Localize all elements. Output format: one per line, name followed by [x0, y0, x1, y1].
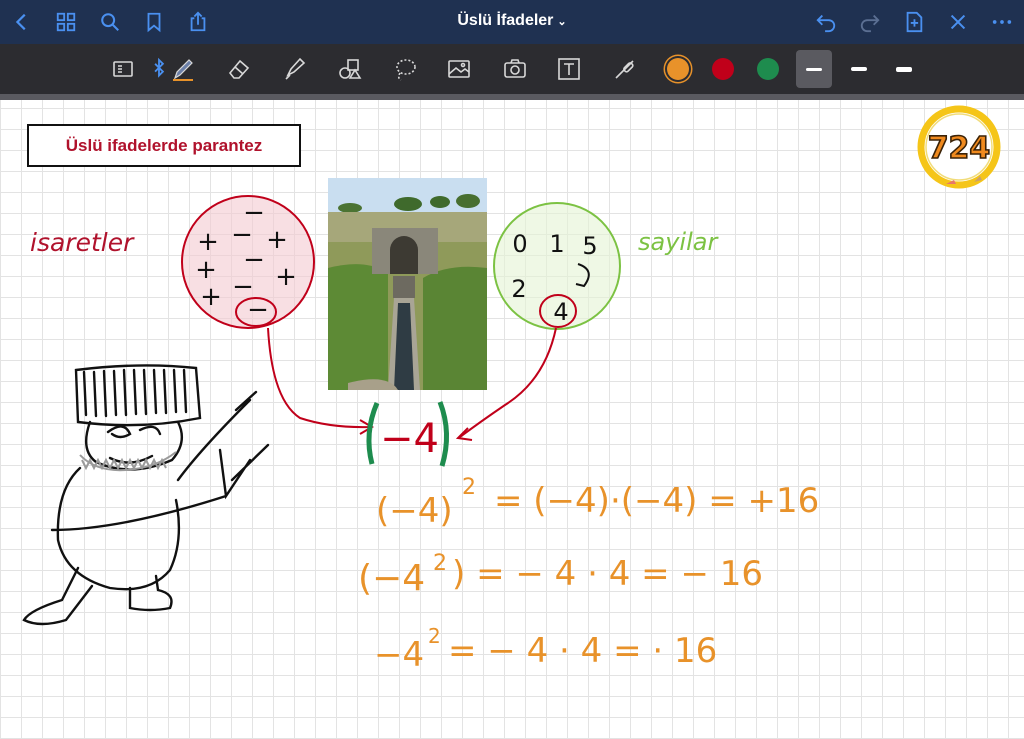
equation-exponent: 2 — [462, 475, 476, 500]
equation-result: ) = − 4 · 4 = − 16 — [452, 554, 763, 594]
equation-base: −4 — [374, 635, 424, 675]
sign-symbol: − — [243, 245, 265, 275]
sign-symbol: + — [275, 262, 297, 292]
equation-exponent: 2 — [428, 624, 441, 648]
note-page-canvas[interactable]: Üslü ifadelerde parantez 724 isaretler s… — [0, 100, 1024, 739]
equation-base: (−4) — [376, 491, 453, 531]
equation-exponent: 2 — [433, 551, 447, 576]
text-tool-icon[interactable] — [554, 54, 584, 84]
center-expression: −4 — [366, 401, 450, 467]
drawing-toolbar — [0, 44, 1024, 94]
sign-symbol: + — [266, 225, 288, 255]
undo-icon[interactable] — [812, 8, 840, 36]
equation-line: (−4 2 ) = − 4 · 4 = − 16 — [358, 551, 763, 599]
camera-tool-icon[interactable] — [500, 54, 530, 84]
add-page-icon[interactable] — [900, 8, 928, 36]
color-swatch-green[interactable] — [757, 58, 779, 80]
signs-circle: − + − + + − + + − − — [181, 195, 374, 435]
sign-symbol: + — [200, 282, 222, 312]
label-numbers: sayilar — [638, 228, 719, 256]
number-digit: 2 — [511, 275, 526, 303]
handwriting-ink-layer: isaretler sayilar − + − + + − + + − − 0 … — [22, 195, 819, 675]
stick-figure-drawing — [22, 364, 270, 626]
color-swatch-red[interactable] — [712, 58, 734, 80]
equation-line: (−4) 2 = (−4)·(−4) = +16 — [376, 475, 819, 531]
equation-base: (−4 — [358, 558, 425, 599]
equation-result: = (−4)·(−4) = +16 — [494, 481, 819, 521]
equation-result: = − 4 · 4 = · 16 — [448, 631, 717, 671]
laser-pointer-icon[interactable] — [610, 54, 640, 84]
top-navigation-bar: Üslü İfadeler ⌄ — [0, 0, 1024, 44]
numbers-circle: 0 1 5 2 4 — [455, 202, 621, 441]
image-tool-icon[interactable] — [444, 54, 474, 84]
pen-tool-icon[interactable] — [168, 54, 198, 84]
lasso-tool-icon[interactable] — [390, 54, 420, 84]
eraser-tool-icon[interactable] — [224, 54, 254, 84]
close-icon[interactable] — [944, 8, 972, 36]
chevron-down-icon: ⌄ — [557, 16, 567, 28]
document-title-text: Üslü İfadeler — [457, 12, 554, 29]
number-digit: 1 — [549, 230, 564, 258]
stroke-width-thin[interactable] — [796, 50, 832, 88]
label-signs: isaretler — [30, 228, 135, 257]
color-swatch-orange[interactable] — [667, 58, 689, 80]
sign-symbol: + — [195, 255, 217, 285]
more-options-icon[interactable] — [988, 8, 1016, 36]
redo-icon[interactable] — [856, 8, 884, 36]
sign-symbol: + — [197, 227, 219, 257]
shape-tool-icon[interactable] — [334, 54, 364, 84]
number-digit: 5 — [582, 232, 597, 260]
number-digit: 4 — [553, 298, 568, 326]
read-only-mode-icon[interactable] — [108, 54, 138, 84]
equation-line: −4 2 = − 4 · 4 = · 16 — [374, 624, 717, 675]
bluetooth-icon — [152, 54, 166, 84]
highlighter-tool-icon[interactable] — [280, 54, 310, 84]
center-expression-text: −4 — [380, 416, 439, 462]
stroke-width-thick[interactable] — [886, 50, 922, 88]
number-digit: 0 — [512, 230, 527, 258]
equations-block: (−4) 2 = (−4)·(−4) = +16 (−4 2 ) = − 4 ·… — [358, 475, 819, 675]
stroke-width-medium[interactable] — [841, 50, 877, 88]
